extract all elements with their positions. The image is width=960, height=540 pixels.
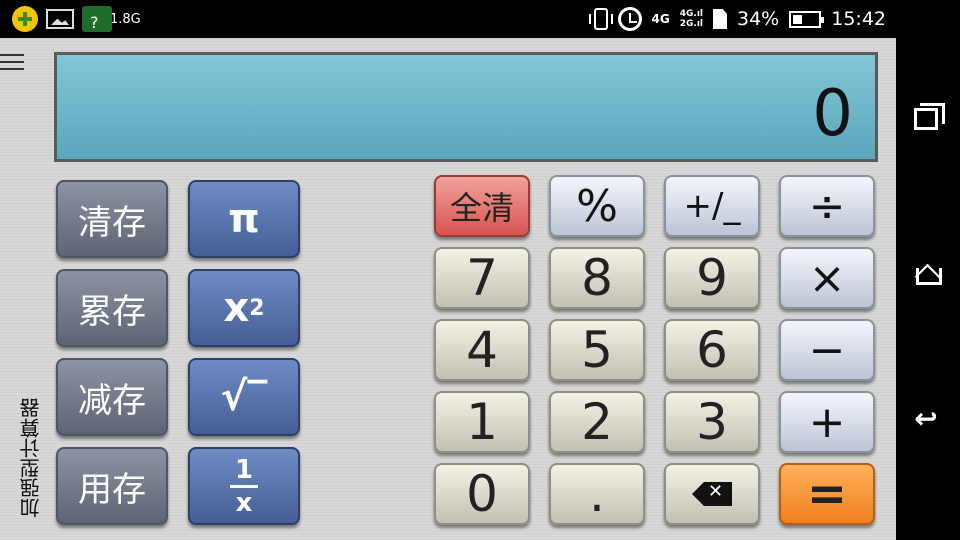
pi-button[interactable]: π <box>188 180 300 258</box>
square-button[interactable]: x2 <box>188 269 300 347</box>
divide-label: ÷ <box>808 180 846 232</box>
sqrt-button[interactable]: √‾ <box>188 358 300 436</box>
digit-1-label: 1 <box>466 393 498 451</box>
multiply-button[interactable]: × <box>779 247 875 309</box>
minus-button[interactable]: − <box>779 319 875 381</box>
network-speed: 1.8G <box>110 11 141 27</box>
digit-4-label: 4 <box>466 321 498 379</box>
status-left: ? 1.8G <box>12 4 141 34</box>
memory-recall-label: 用存 <box>78 469 146 510</box>
digit-6-label: 6 <box>696 321 728 379</box>
backspace-icon <box>692 482 732 506</box>
memory-clear-button[interactable]: 清存 <box>56 180 168 258</box>
sign-toggle-label: +/_ <box>683 186 741 226</box>
plus-button[interactable]: + <box>779 391 875 453</box>
calculator-app: 0 加强型计算器 清存 累存 减存 用存 π x2 √‾ 1 x 全清 % +/… <box>0 38 896 540</box>
percent-label: % <box>576 180 618 232</box>
memory-clear-label: 清存 <box>78 202 146 243</box>
digit-0-label: 0 <box>466 465 498 523</box>
digit-7-button[interactable]: 7 <box>434 247 530 309</box>
reciprocal-button[interactable]: 1 x <box>188 447 300 525</box>
square-exponent: 2 <box>249 295 265 321</box>
memory-subtract-label: 减存 <box>78 380 146 421</box>
signal-2g-label: 2G.ıl <box>679 19 703 29</box>
digit-1-button[interactable]: 1 <box>434 391 530 453</box>
network-4g-icon: 4G <box>651 11 670 26</box>
screenshot-icon <box>46 9 74 29</box>
home-icon[interactable] <box>913 258 942 285</box>
display-value: 0 <box>812 77 853 151</box>
equals-label: = <box>806 466 848 522</box>
app-title: 加强型计算器 <box>19 398 43 518</box>
battery-icon <box>789 10 825 28</box>
reciprocal-denominator: x <box>235 487 253 518</box>
minus-label: − <box>808 324 846 376</box>
clear-all-button[interactable]: 全清 <box>434 175 530 237</box>
menu-icon[interactable] <box>0 54 24 72</box>
recents-icon[interactable] <box>914 103 945 130</box>
reciprocal-fraction: 1 x <box>230 457 258 516</box>
plus-label: + <box>808 396 846 448</box>
back-icon[interactable]: ↩ <box>912 404 940 434</box>
digit-3-label: 3 <box>696 393 728 451</box>
status-right: 4G 4G.ıl 2G.ıl 34% 15:42 <box>588 4 886 34</box>
network-question-icon: ? <box>82 6 112 32</box>
decimal-label: . <box>589 465 605 523</box>
pi-label: π <box>228 196 260 242</box>
app-plus-icon <box>12 6 38 32</box>
digit-9-button[interactable]: 9 <box>664 247 760 309</box>
digit-8-label: 8 <box>581 249 613 307</box>
sign-toggle-button[interactable]: +/_ <box>664 175 760 237</box>
memory-recall-button[interactable]: 用存 <box>56 447 168 525</box>
reciprocal-numerator: 1 <box>234 454 254 485</box>
digit-3-button[interactable]: 3 <box>664 391 760 453</box>
digit-8-button[interactable]: 8 <box>549 247 645 309</box>
digit-0-button[interactable]: 0 <box>434 463 530 525</box>
divide-button[interactable]: ÷ <box>779 175 875 237</box>
network-question-mark: ? <box>90 13 99 32</box>
multiply-label: × <box>808 252 846 304</box>
fraction-bar <box>230 484 258 488</box>
digit-2-label: 2 <box>581 393 613 451</box>
percent-button[interactable]: % <box>549 175 645 237</box>
vibrate-icon <box>588 8 613 30</box>
alarm-icon <box>617 7 642 31</box>
memory-add-button[interactable]: 累存 <box>56 269 168 347</box>
battery-percent: 34% <box>737 8 780 30</box>
calculator-display: 0 <box>54 52 878 162</box>
digit-2-button[interactable]: 2 <box>549 391 645 453</box>
memory-add-label: 累存 <box>78 291 146 332</box>
digit-9-label: 9 <box>696 249 728 307</box>
memory-subtract-button[interactable]: 减存 <box>56 358 168 436</box>
equals-button[interactable]: = <box>779 463 875 525</box>
backspace-button[interactable] <box>664 463 760 525</box>
digit-5-label: 5 <box>581 321 613 379</box>
digit-4-button[interactable]: 4 <box>434 319 530 381</box>
signal-icon: 4G.ıl 2G.ıl <box>680 9 703 29</box>
status-bar: ? 1.8G 4G 4G.ıl 2G.ıl 34% 15:42 <box>0 0 896 38</box>
digit-7-label: 7 <box>466 249 498 307</box>
digit-6-button[interactable]: 6 <box>664 319 760 381</box>
decimal-button[interactable]: . <box>549 463 645 525</box>
clock: 15:42 <box>831 8 886 30</box>
square-base: x <box>223 285 250 331</box>
sqrt-label: √‾ <box>220 374 268 420</box>
clear-all-label: 全清 <box>449 189 514 227</box>
sim-icon <box>713 9 727 29</box>
signal-4g-label: 4G.ıl <box>679 9 703 19</box>
digit-5-button[interactable]: 5 <box>549 319 645 381</box>
navigation-bar: ↩ <box>896 0 960 540</box>
